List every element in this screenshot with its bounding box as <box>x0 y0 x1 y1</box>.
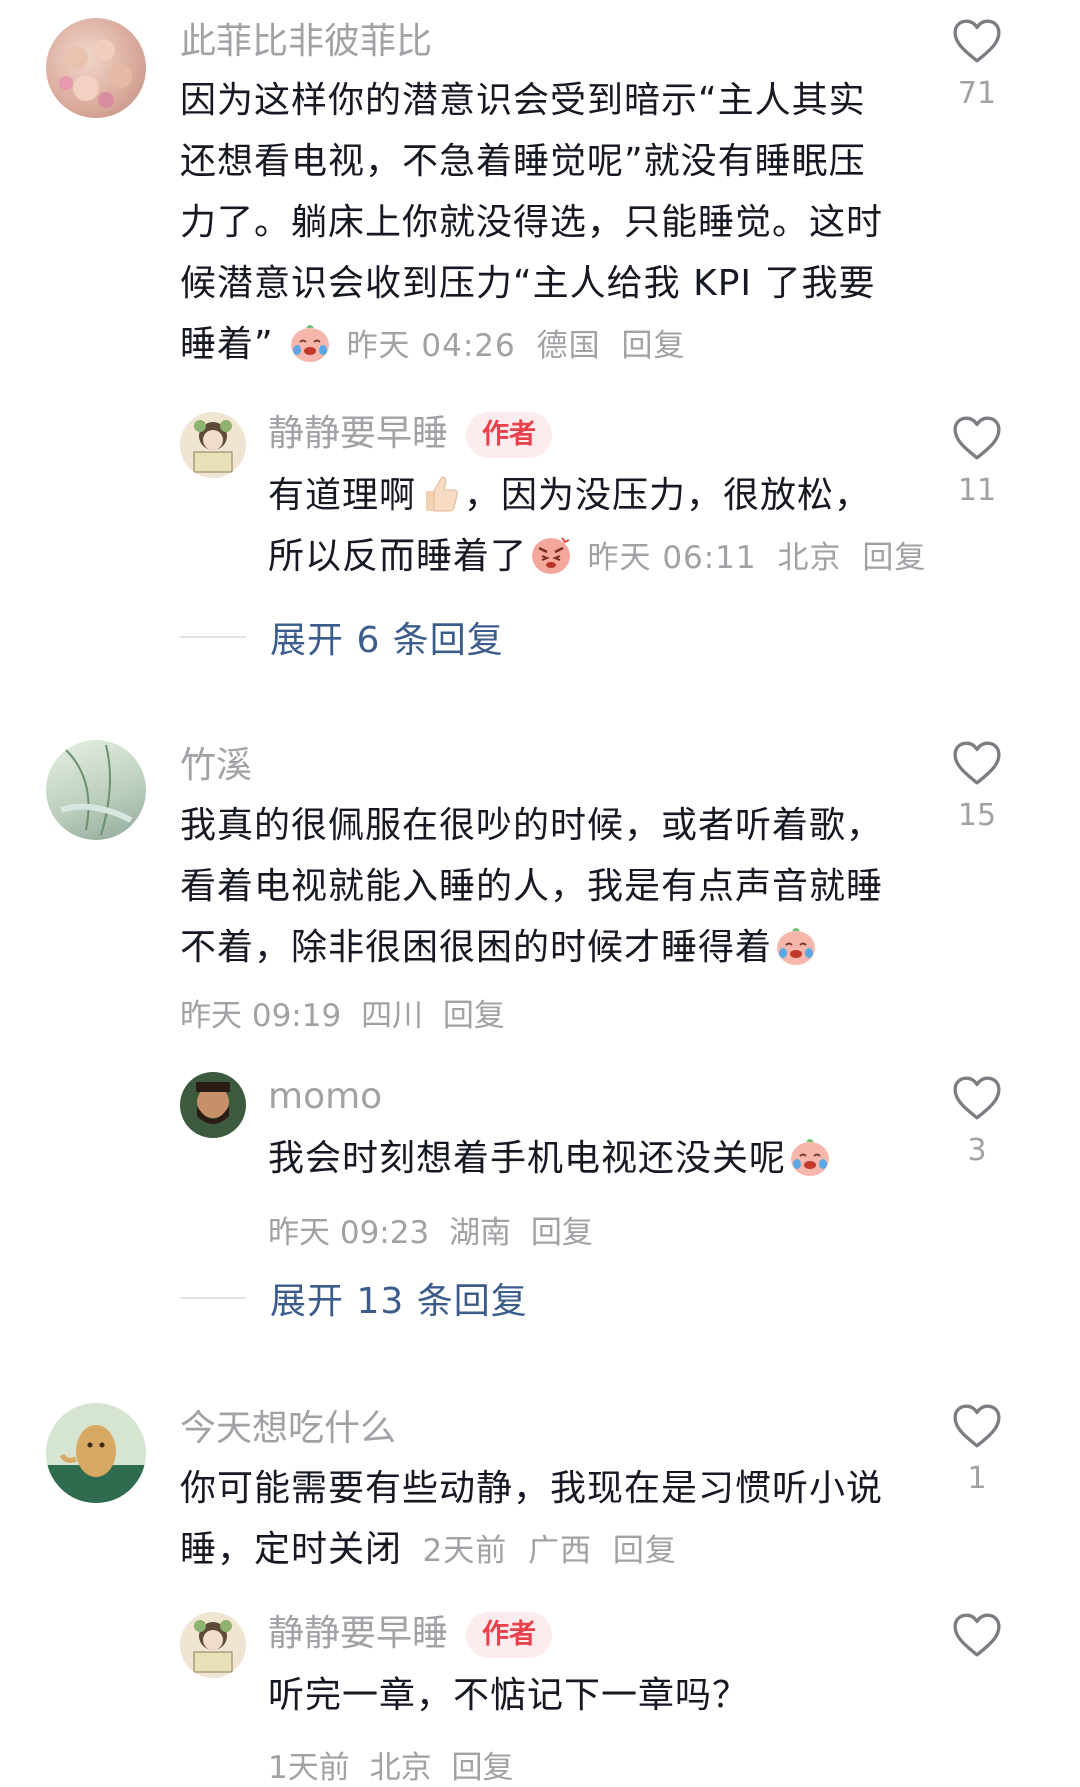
avatar-image <box>59 39 132 108</box>
avatar[interactable] <box>46 18 146 118</box>
avatar-image <box>46 1425 146 1503</box>
divider <box>180 1297 246 1299</box>
reply-button[interactable]: 回复 <box>531 1215 593 1251</box>
like-count: 15 <box>957 798 997 833</box>
like-button[interactable]: 3 <box>940 1075 1014 1171</box>
location: 四川 <box>361 998 424 1034</box>
like-count: 3 <box>967 1133 987 1168</box>
location: 北京 <box>777 540 842 576</box>
avatar[interactable] <box>46 1403 146 1503</box>
like-button[interactable]: 1 <box>940 1403 1014 1499</box>
reply-button[interactable]: 回复 <box>443 998 505 1034</box>
reply-button[interactable]: 回复 <box>621 328 685 364</box>
heart-icon <box>952 18 1002 64</box>
comment-meta: 2天前 广西 回复 <box>422 1533 686 1569</box>
reply-text: 有道理啊 ，因为没压力，很放松， 所以反而睡着了 昨天 06:11 北京 回复 <box>268 465 968 589</box>
comment-text: 因为这样你的潜意识会受到暗示“主人其实 还想看电视，不急着睡觉呢”就没有睡眠压 … <box>180 80 884 365</box>
like-count: 11 <box>957 473 997 508</box>
reply-meta: 昨天 06:11 北京 回复 <box>587 540 936 576</box>
angry-emoji <box>529 532 573 576</box>
avatar-image <box>193 1620 233 1673</box>
comment-meta: 昨天 09:19 四川 回复 <box>180 990 515 1035</box>
thumbs-up-emoji <box>418 471 462 515</box>
like-button[interactable]: 15 <box>940 740 1014 836</box>
reply-text: 听完一章，不惦记下一章吗？ <box>268 1675 750 1716</box>
timestamp: 昨天 06:11 <box>587 540 757 576</box>
avatar[interactable] <box>180 1612 246 1678</box>
crying-emoji <box>774 923 818 967</box>
divider <box>180 636 246 638</box>
heart-icon <box>952 1612 1002 1658</box>
reply-meta: 昨天 09:23 湖南 回复 <box>268 1207 603 1252</box>
reply-button[interactable]: 回复 <box>613 1533 677 1569</box>
comment-text: 我真的很佩服在很吵的时候，或者听着歌， 看着电视就能入睡的人，我是有点声音就睡 … <box>180 805 884 968</box>
like-count: 1 <box>967 1461 987 1496</box>
comment-text: 你可能需要有些动静，我现在是习惯听小说 睡，定时关闭 2天前 广西 回复 <box>180 1468 884 1570</box>
username[interactable]: 竹溪 <box>180 744 252 788</box>
location: 德国 <box>536 328 601 364</box>
author-badge: 作者 <box>466 1612 553 1658</box>
crying-emoji <box>788 1134 832 1178</box>
username[interactable]: momo <box>268 1075 382 1119</box>
like-count: 71 <box>957 76 997 111</box>
avatar-image <box>60 744 133 836</box>
avatar-image <box>193 420 233 473</box>
location: 湖南 <box>449 1215 512 1251</box>
expand-replies-button[interactable]: 展开 6 条回复 <box>180 612 504 662</box>
avatar[interactable] <box>180 412 246 478</box>
like-button[interactable] <box>940 1612 1014 1658</box>
timestamp: 2天前 <box>422 1533 508 1569</box>
timestamp: 昨天 09:19 <box>180 998 342 1034</box>
crying-laughing-emoji <box>288 320 332 364</box>
avatar[interactable] <box>46 740 146 840</box>
username[interactable]: 静静要早睡 作者 <box>268 412 553 458</box>
username[interactable]: 今天想吃什么 <box>180 1407 396 1451</box>
reply-text: 我会时刻想着手机电视还没关呢 <box>268 1128 968 1189</box>
timestamp: 昨天 04:26 <box>346 328 516 364</box>
username[interactable]: 此菲比非彼菲比 <box>180 20 432 64</box>
location: 广西 <box>528 1533 593 1569</box>
username[interactable]: 静静要早睡 作者 <box>268 1612 553 1658</box>
timestamp: 昨天 09:23 <box>268 1215 430 1251</box>
heart-icon <box>952 740 1002 786</box>
comment-meta: 昨天 04:26 德国 回复 <box>347 328 696 364</box>
avatar[interactable] <box>180 1072 246 1138</box>
heart-icon <box>952 1403 1002 1449</box>
like-button[interactable]: 71 <box>940 18 1014 114</box>
like-button[interactable]: 11 <box>940 415 1014 511</box>
expand-replies-button[interactable]: 展开 13 条回复 <box>180 1273 528 1323</box>
reply-button[interactable]: 回复 <box>862 540 926 576</box>
author-badge: 作者 <box>466 412 553 458</box>
heart-icon <box>952 1075 1002 1121</box>
heart-icon <box>952 415 1002 461</box>
avatar-image <box>196 1082 230 1124</box>
reply-meta: 1天前 北京 回复 <box>268 1742 523 1787</box>
